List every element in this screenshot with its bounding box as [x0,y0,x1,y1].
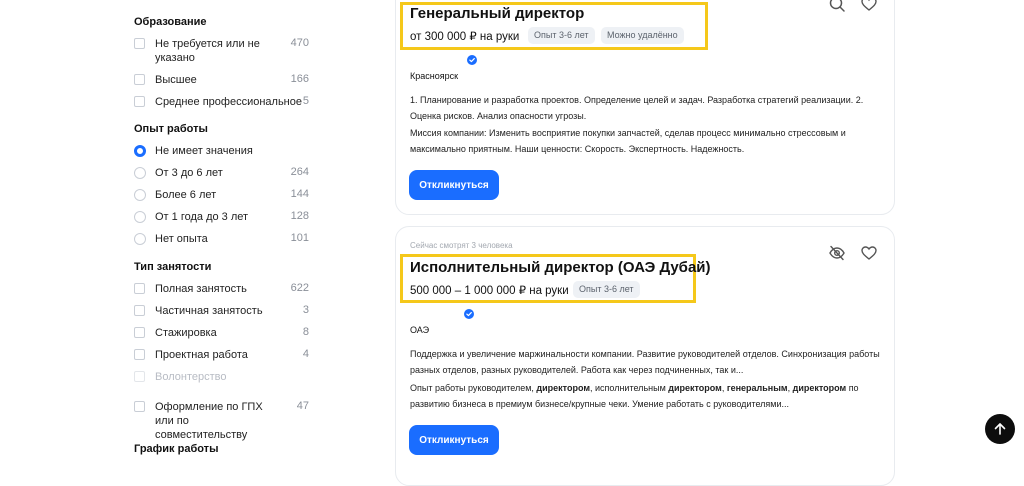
filter-count: 166 [290,73,309,85]
filter-label: Среднее профессиональное [155,96,302,108]
respond-button[interactable]: Откликнуться [409,170,499,200]
filter-label: Нет опыта [155,233,208,245]
filter-count: 8 [302,326,309,338]
checkbox[interactable] [134,327,145,338]
vacancy-title[interactable]: Генеральный директор [410,5,584,22]
filter-title-education: Образование [134,16,207,28]
vacancy-requirements: Опыт работы руководителем, директором, и… [410,380,890,412]
filter-count: 470 [290,37,309,49]
filter-count: 5 [302,95,309,107]
filter-count: 101 [290,232,309,244]
heart-icon[interactable] [860,244,878,262]
filter-count: 4 [302,348,309,360]
text-part: Опыт работы руководителем, [410,383,537,393]
remote-tag: Можно удалённо [601,27,684,44]
filter-title-employment: Тип занятости [134,261,212,273]
checkbox[interactable] [134,38,145,49]
verified-icon [467,55,477,65]
search-icon[interactable] [828,0,846,13]
filter-label: Полная занятость [155,283,247,295]
vacancy-city: ОАЭ [410,325,430,335]
filter-label: От 3 до 6 лет [155,167,223,179]
checkbox[interactable] [134,74,145,85]
eye-off-icon[interactable] [828,244,846,262]
filter-count: 128 [290,210,309,222]
filter-title-schedule: График работы [134,443,219,455]
radio[interactable] [134,167,146,179]
keyword-highlight: генеральным [726,383,788,393]
filter-label: Не имеет значения [155,145,253,157]
watching-now: Сейчас смотрят 3 человека [410,241,513,250]
filter-count: 622 [290,282,309,294]
verified-icon [464,309,474,319]
vacancy-title[interactable]: Исполнительный директор (ОАЭ Дубай) [410,259,711,276]
filter-label: Частичная занятость [155,305,263,317]
filter-count: 47 [296,400,309,412]
filter-title-experience: Опыт работы [134,123,208,135]
filter-label: Проектная работа [155,349,248,361]
checkbox[interactable] [134,305,145,316]
keyword-highlight: директором [668,383,722,393]
vacancy-salary: 500 000 – 1 000 000 ₽ на руки [410,285,569,297]
radio[interactable] [134,233,146,245]
checkbox[interactable] [134,349,145,360]
filter-label: Стажировка [155,327,217,339]
scroll-to-top-button[interactable] [985,414,1015,444]
filter-label: Не требуется или не указано [155,38,260,64]
heart-icon[interactable] [860,0,878,13]
vacancy-responsibilities: Поддержка и увеличение маржинальности ко… [410,349,880,375]
checkbox-disabled [134,371,145,382]
checkbox[interactable] [134,96,145,107]
filter-label: От 1 года до 3 лет [155,211,249,223]
radio[interactable] [134,211,146,223]
respond-button[interactable]: Откликнуться [409,425,499,455]
vacancy-salary: от 300 000 ₽ на руки [410,31,520,43]
vacancy-responsibilities: 1. Планирование и разработка проектов. О… [410,95,864,121]
keyword-highlight: директором [792,383,847,393]
checkbox[interactable] [134,283,145,294]
radio-selected[interactable] [134,145,146,157]
filter-count: 264 [290,166,309,178]
text-part: , исполнительным [590,383,669,393]
arrow-up-icon [994,423,1006,435]
vacancy-requirements: Миссия компании: Изменить восприятие пок… [410,128,846,154]
keyword-highlight: директором [536,383,590,393]
vacancy-city: Красноярск [410,71,459,81]
experience-tag: Опыт 3-6 лет [528,27,595,44]
filter-label: Высшее [155,74,197,86]
filter-label: Волонтерство [155,371,227,383]
filter-label: Оформление по ГПХ или по совместительств… [155,401,263,441]
filter-count: 3 [302,304,309,316]
experience-tag: Опыт 3-6 лет [573,281,640,298]
radio[interactable] [134,189,146,201]
checkbox[interactable] [134,401,145,412]
filter-label: Более 6 лет [155,189,217,201]
filter-count: 144 [290,188,309,200]
